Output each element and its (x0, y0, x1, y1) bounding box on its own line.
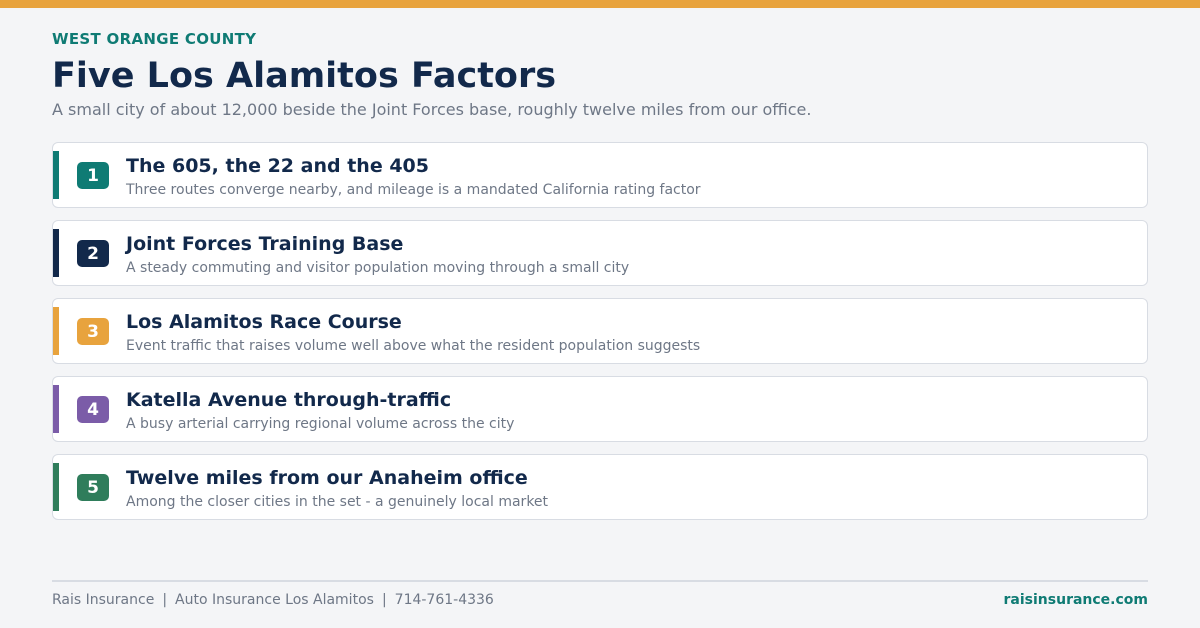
factor-description: A busy arterial carrying regional volume… (126, 416, 515, 432)
region-eyebrow: WEST ORANGE COUNTY (52, 30, 257, 48)
factor-number-badge: 4 (77, 396, 109, 423)
factor-title: Katella Avenue through-traffic (126, 389, 452, 411)
factor-card-3: 3 Los Alamitos Race Course Event traffic… (52, 298, 1148, 364)
factor-accent-bar (53, 151, 59, 199)
factor-card-1: 1 The 605, the 22 and the 405 Three rout… (52, 142, 1148, 208)
factor-title: The 605, the 22 and the 405 (126, 155, 429, 177)
footer-separator: | (162, 592, 168, 608)
factor-title: Twelve miles from our Anaheim office (126, 467, 528, 489)
factor-list: 1 The 605, the 22 and the 405 Three rout… (52, 142, 1148, 532)
factor-number-badge: 2 (77, 240, 109, 267)
factor-card-4: 4 Katella Avenue through-traffic A busy … (52, 376, 1148, 442)
footer-company: Rais Insurance (52, 592, 155, 608)
factor-description: Event traffic that raises volume well ab… (126, 338, 701, 354)
factor-card-5: 5 Twelve miles from our Anaheim office A… (52, 454, 1148, 520)
page-subtitle: A small city of about 12,000 beside the … (52, 100, 812, 119)
footer-separator: | (381, 592, 387, 608)
factor-title: Los Alamitos Race Course (126, 311, 402, 333)
factor-title: Joint Forces Training Base (126, 233, 404, 255)
factor-accent-bar (53, 463, 59, 511)
page-title: Five Los Alamitos Factors (52, 56, 557, 96)
factor-description: A steady commuting and visitor populatio… (126, 260, 630, 276)
factor-accent-bar (53, 229, 59, 277)
top-accent-bar (0, 0, 1200, 8)
factor-description: Among the closer cities in the set - a g… (126, 494, 549, 510)
factor-card-2: 2 Joint Forces Training Base A steady co… (52, 220, 1148, 286)
footer-service: Auto Insurance Los Alamitos (175, 592, 374, 608)
factor-number-badge: 1 (77, 162, 109, 189)
footer-info: Rais Insurance | Auto Insurance Los Alamit… (52, 592, 494, 608)
footer-phone[interactable]: 714-761-4336 (395, 592, 494, 608)
footer-website-link[interactable]: raisinsurance.com (1004, 592, 1148, 608)
factor-accent-bar (53, 307, 59, 355)
factor-accent-bar (53, 385, 59, 433)
factor-description: Three routes converge nearby, and mileag… (126, 182, 701, 198)
footer-divider (52, 580, 1148, 582)
factor-number-badge: 5 (77, 474, 109, 501)
factor-number-badge: 3 (77, 318, 109, 345)
